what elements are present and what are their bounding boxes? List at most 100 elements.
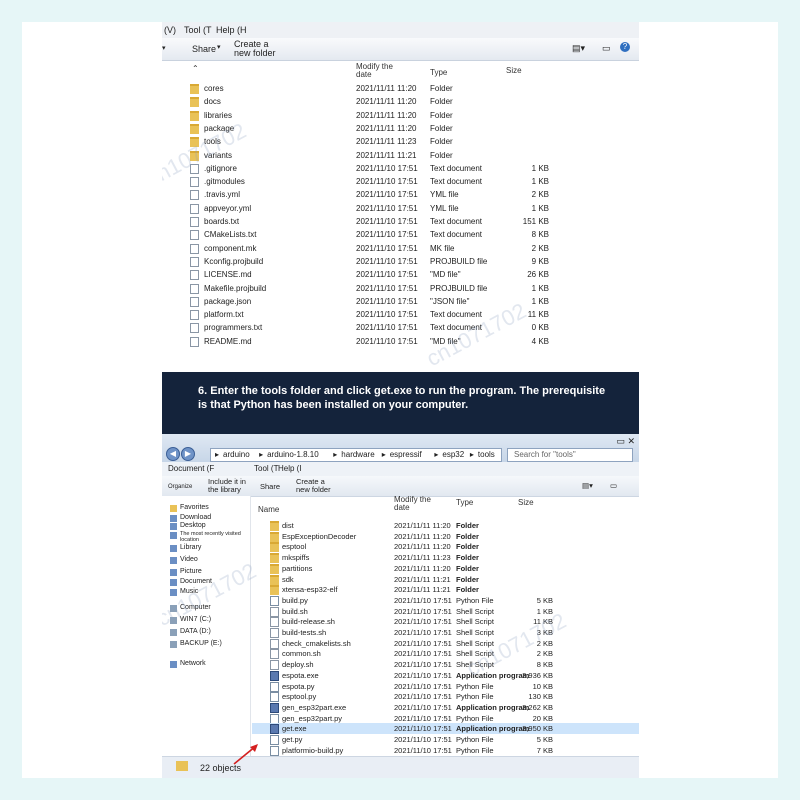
file-row[interactable]: deploy.sh 2021/11/10 17:51 Shell Script 8 K… — [252, 659, 639, 671]
path-segment[interactable]: espressif — [390, 450, 422, 459]
menu-tool[interactable]: Tool (T — [184, 25, 212, 35]
file-name[interactable]: package.json — [204, 297, 251, 306]
path-segment[interactable]: arduino — [223, 450, 250, 459]
sort-arrow-icon[interactable]: ⌃ — [192, 64, 199, 73]
view-icon-2[interactable]: ▤▾ — [582, 482, 593, 490]
file-row[interactable]: common.sh 2021/11/10 17:51 Shell Script 2 K… — [252, 648, 639, 660]
file-name[interactable]: espota.exe — [282, 671, 319, 680]
file-row[interactable]: package.json 2021/11/10 17:51 "JSON file" 1… — [162, 295, 639, 308]
file-row[interactable]: CMakeLists.txt 2021/11/10 17:51 Text docum… — [162, 228, 639, 241]
path-segment[interactable]: arduino-1.8.10 — [267, 450, 319, 459]
organize-button[interactable]: Organize — [168, 483, 192, 491]
path-segment[interactable]: hardware — [341, 450, 374, 459]
help-icon[interactable]: ? — [620, 42, 630, 52]
file-row[interactable]: component.mk 2021/11/10 17:51 MK file 2 KB — [162, 242, 639, 255]
file-row[interactable]: .gitmodules 2021/11/10 17:51 Text document… — [162, 175, 639, 188]
address-bar[interactable]: ▸ arduino ▸ arduino-1.8.10 ▸ hardware ▸ espress… — [210, 448, 502, 462]
column-size[interactable]: Size — [506, 66, 522, 75]
path-segment[interactable]: esp32 — [442, 450, 464, 459]
view-icon[interactable]: ▤▾ — [572, 43, 585, 54]
file-row[interactable]: get.exe 2021/11/10 17:51 Application progr… — [252, 723, 639, 735]
share-chevron-icon[interactable]: ▾ — [217, 43, 221, 51]
nav-item[interactable]: Music — [180, 588, 198, 595]
file-name[interactable]: espota.py — [282, 682, 315, 691]
file-row[interactable]: esptool 2021/11/11 11:20 Folder — [252, 541, 639, 553]
preview-pane-icon-2[interactable]: ▭ — [610, 482, 617, 490]
file-name[interactable]: tools — [204, 137, 221, 146]
file-row[interactable]: xtensa-esp32-elf 2021/11/11 11:21 Folder — [252, 584, 639, 596]
file-name[interactable]: get.exe — [282, 724, 307, 733]
file-name[interactable]: deploy.sh — [282, 660, 314, 669]
file-name[interactable]: .gitignore — [204, 164, 237, 173]
file-name[interactable]: docs — [204, 97, 221, 106]
file-row[interactable]: platform.txt 2021/11/10 17:51 Text documen… — [162, 308, 639, 321]
window-controls[interactable]: ▭ ✕ — [616, 436, 635, 447]
file-row[interactable]: docs 2021/11/11 11:20 Folder — [162, 95, 639, 108]
file-name[interactable]: README.md — [204, 337, 252, 346]
nav-item[interactable]: Picture — [180, 568, 202, 575]
file-name[interactable]: build-release.sh — [282, 617, 335, 626]
file-name[interactable]: cores — [204, 84, 224, 93]
file-name[interactable]: xtensa-esp32-elf — [282, 585, 337, 594]
include-library-button[interactable]: Include it in the library — [208, 478, 250, 494]
back-button[interactable]: ◀ — [166, 447, 180, 461]
file-row[interactable]: appveyor.yml 2021/11/10 17:51 YML file 1 KB — [162, 202, 639, 215]
file-row[interactable]: variants 2021/11/11 11:21 Folder — [162, 149, 639, 162]
file-row[interactable]: package 2021/11/11 11:20 Folder — [162, 122, 639, 135]
file-name[interactable]: partitions — [282, 564, 312, 573]
file-row[interactable]: platformio-build.py 2021/11/10 17:51 Pytho… — [252, 745, 639, 756]
forward-button[interactable]: ▶ — [181, 447, 195, 461]
column-name[interactable]: Name — [258, 505, 279, 514]
file-name[interactable]: common.sh — [282, 649, 321, 658]
file-row[interactable]: build.py 2021/11/10 17:51 Python File 5 KB — [252, 595, 639, 606]
nav-item[interactable]: Network — [180, 660, 206, 667]
menu-help[interactable]: Help (H — [216, 25, 247, 35]
file-name[interactable]: Makefile.projbuild — [204, 284, 266, 293]
file-name[interactable]: programmers.txt — [204, 323, 262, 332]
nav-item[interactable]: DATA (D:) — [180, 628, 211, 635]
file-row[interactable]: build-tests.sh 2021/11/10 17:51 Shell Scri… — [252, 627, 639, 638]
file-row[interactable]: dist 2021/11/11 11:20 Folder — [252, 520, 639, 531]
column-type-2[interactable]: Type — [456, 498, 473, 507]
file-name[interactable]: gen_esp32part.exe — [282, 703, 346, 712]
file-name[interactable]: appveyor.yml — [204, 204, 251, 213]
file-name[interactable]: build.py — [282, 596, 308, 605]
nav-item[interactable]: Video — [180, 556, 198, 563]
chevron-down-icon[interactable]: ▾ — [162, 44, 166, 52]
share-button-2[interactable]: Share — [260, 483, 280, 491]
preview-pane-icon[interactable]: ▭ — [602, 43, 611, 54]
file-name[interactable]: EspExceptionDecoder — [282, 532, 356, 541]
file-name[interactable]: esptool — [282, 542, 306, 551]
file-row[interactable]: partitions 2021/11/11 11:20 Folder — [252, 563, 639, 574]
file-row[interactable]: espota.py 2021/11/10 17:51 Python File 10 K… — [252, 681, 639, 692]
file-row[interactable]: Kconfig.projbuild 2021/11/10 17:51 PROJBUI… — [162, 255, 639, 268]
nav-item[interactable]: Document — [180, 578, 212, 585]
search-input[interactable]: Search for "tools" — [507, 448, 633, 462]
nav-item[interactable]: BACKUP (E:) — [180, 640, 222, 647]
path-segment[interactable]: tools — [478, 450, 495, 459]
file-name[interactable]: sdk — [282, 575, 294, 584]
file-name[interactable]: platform.txt — [204, 310, 244, 319]
file-row[interactable]: .travis.yml 2021/11/10 17:51 YML file 2 KB — [162, 188, 639, 201]
nav-item[interactable]: Download — [180, 514, 211, 521]
file-row[interactable]: LICENSE.md 2021/11/10 17:51 "MD file" 26 KB — [162, 268, 639, 281]
file-row[interactable]: Makefile.projbuild 2021/11/10 17:51 PROJBU… — [162, 282, 639, 295]
new-folder-button-2[interactable]: Create a new folder — [296, 478, 338, 494]
nav-item[interactable]: Desktop — [180, 522, 206, 529]
new-folder-button[interactable]: Create a new folder — [234, 40, 282, 58]
file-name[interactable]: Kconfig.projbuild — [204, 257, 263, 266]
file-name[interactable]: LICENSE.md — [204, 270, 252, 279]
menu-view[interactable]: (V) — [164, 25, 176, 35]
file-row[interactable]: README.md 2021/11/10 17:51 "MD file" 4 KB — [162, 335, 639, 348]
nav-item[interactable]: Library — [180, 544, 201, 551]
file-name[interactable]: mkspiffs — [282, 553, 309, 562]
file-row[interactable]: get.py 2021/11/10 17:51 Python File 5 KB — [252, 734, 639, 745]
nav-item[interactable]: Computer — [180, 604, 211, 611]
file-name[interactable]: check_cmakelists.sh — [282, 639, 351, 648]
file-row[interactable]: tools 2021/11/11 11:23 Folder — [162, 135, 639, 148]
file-name[interactable]: package — [204, 124, 234, 133]
file-row[interactable]: programmers.txt 2021/11/10 17:51 Text docu… — [162, 321, 639, 334]
file-name[interactable]: .travis.yml — [204, 190, 240, 199]
file-name[interactable]: .gitmodules — [204, 177, 245, 186]
file-name[interactable]: platformio-build.py — [282, 746, 343, 755]
